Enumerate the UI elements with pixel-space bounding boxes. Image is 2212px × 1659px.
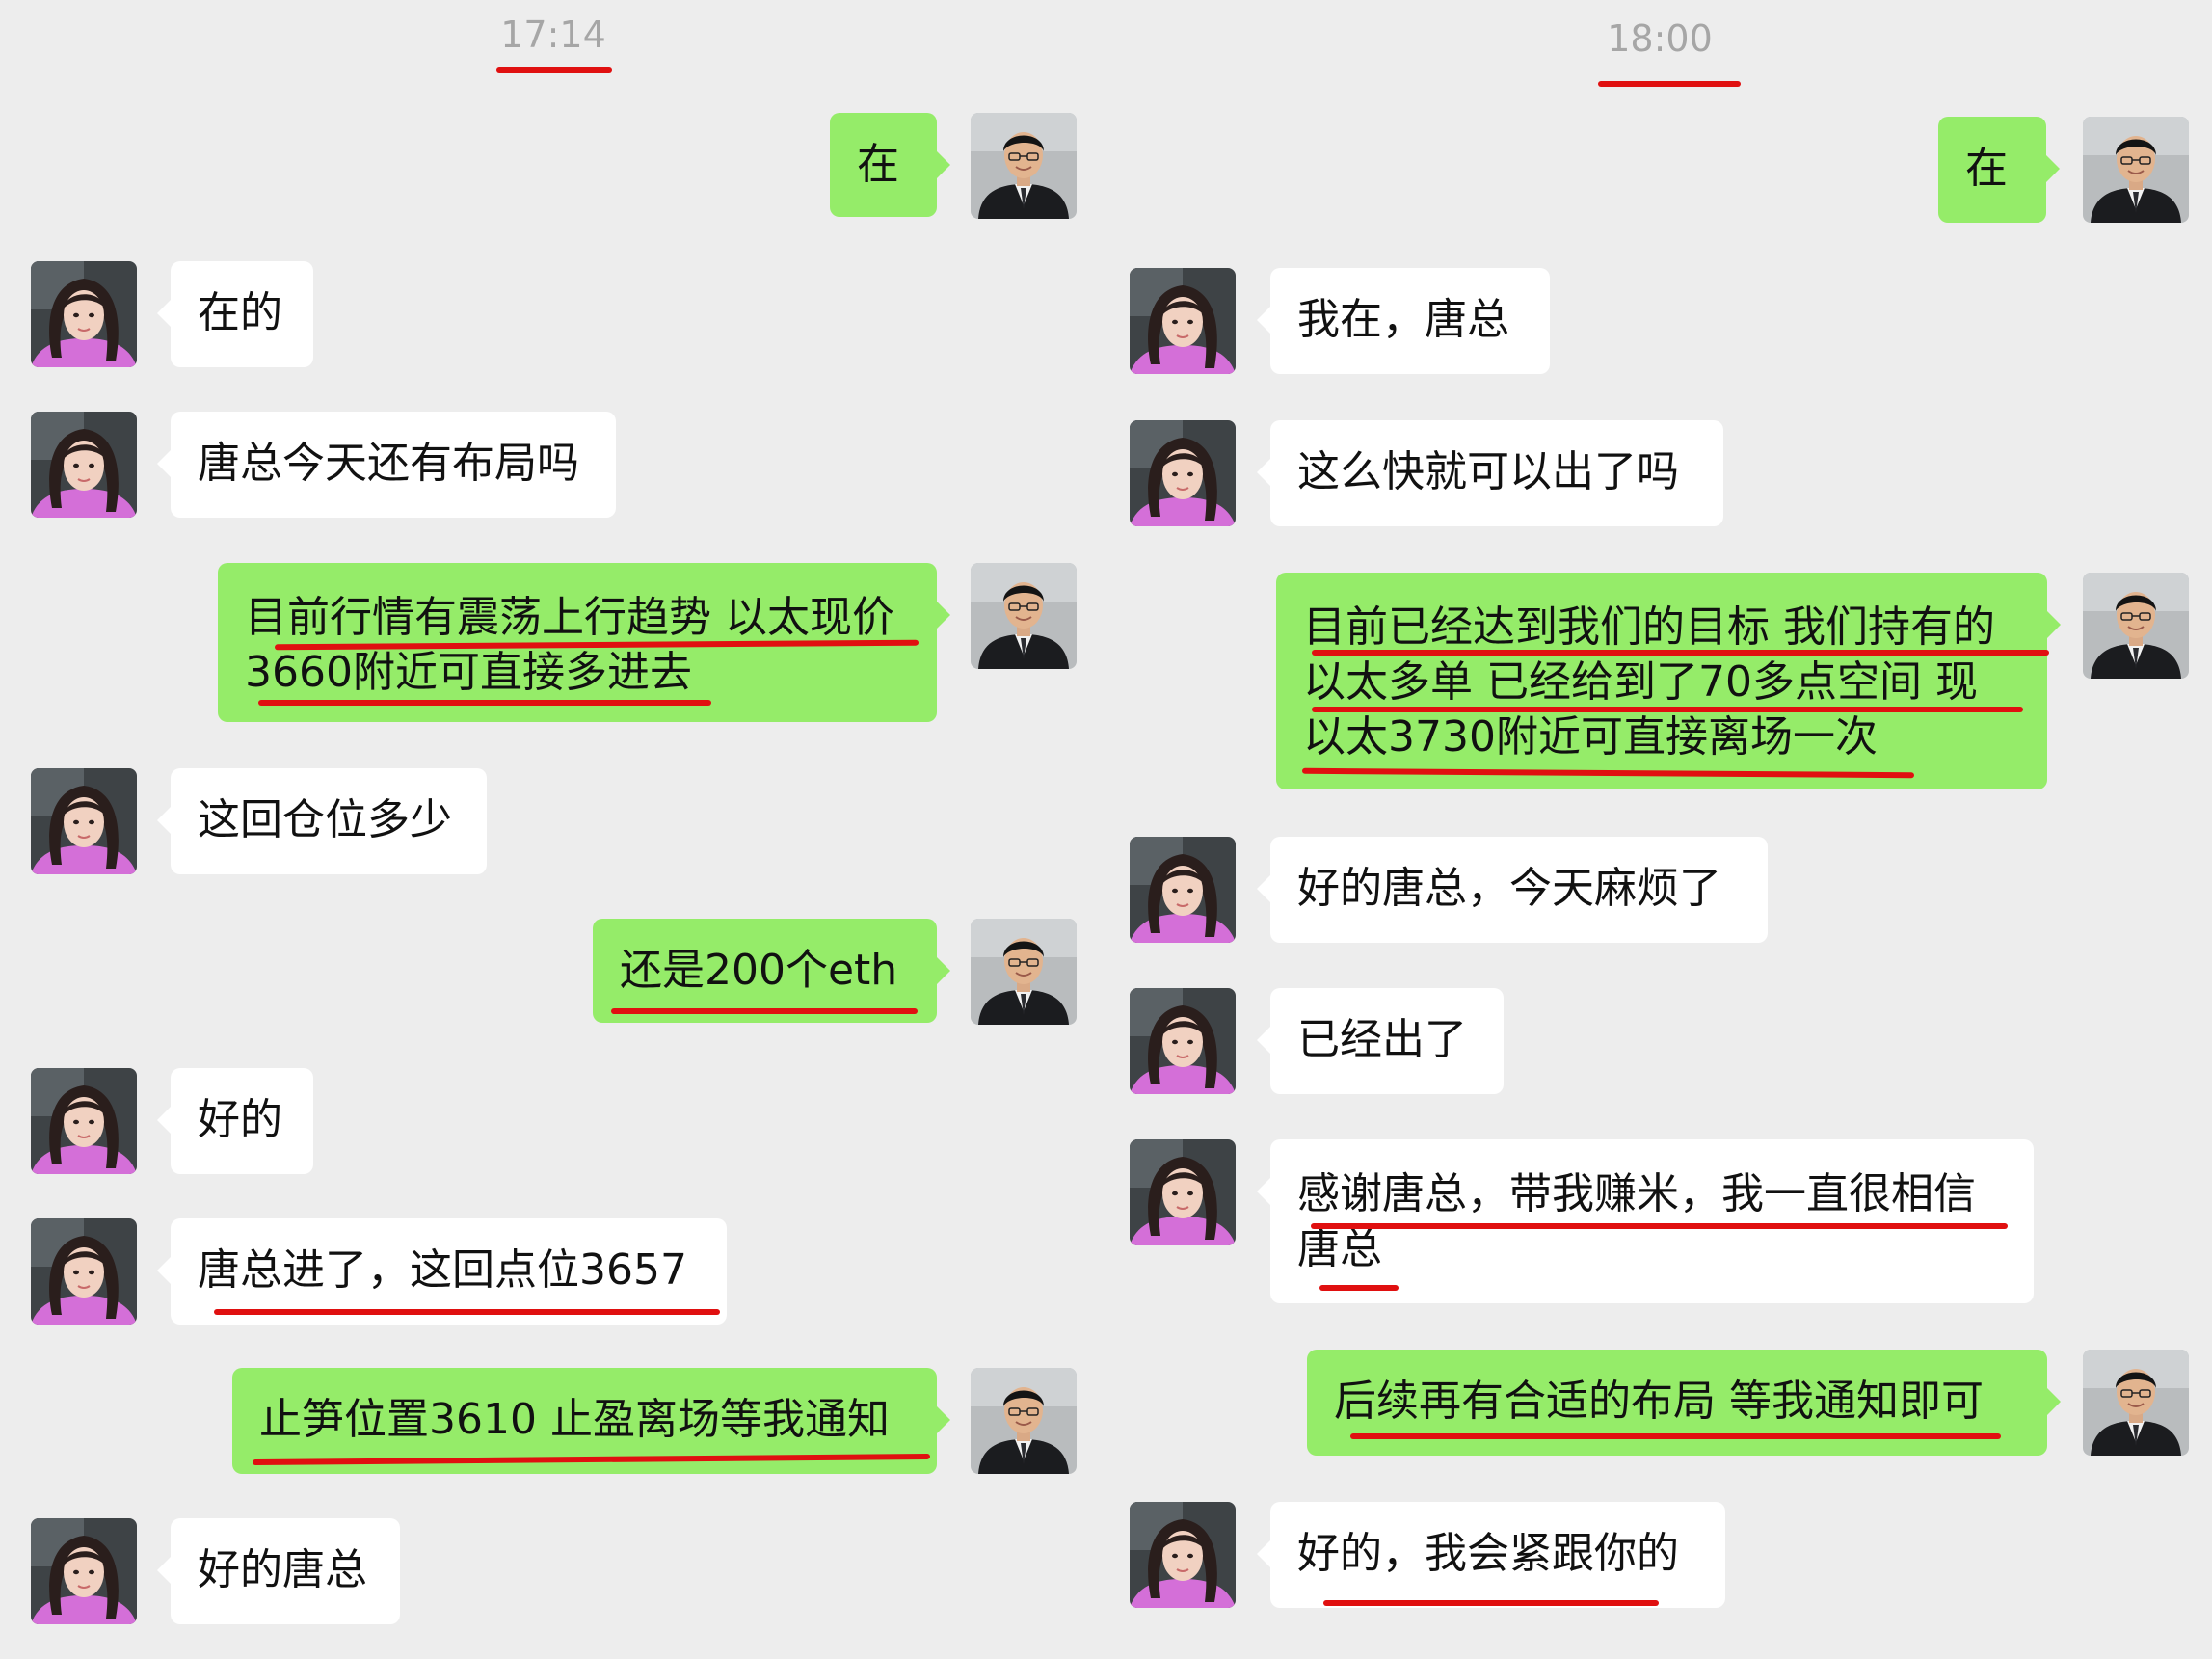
woman-avatar-icon	[1130, 988, 1236, 1094]
man-avatar-icon	[971, 1368, 1077, 1474]
annotation-underline	[1312, 707, 2023, 712]
chat-bubble-outgoing[interactable]: 后续再有合适的布局 等我通知即可	[1307, 1350, 2061, 1456]
avatar-woman[interactable]	[1130, 837, 1236, 943]
woman-avatar-icon	[1130, 420, 1236, 526]
avatar-woman[interactable]	[31, 768, 137, 874]
man-avatar-icon	[971, 113, 1077, 219]
avatar-man[interactable]	[2083, 1350, 2189, 1456]
avatar-man[interactable]	[971, 113, 1077, 219]
chat-bubble-outgoing[interactable]: 在	[830, 113, 950, 217]
chat-bubble-incoming[interactable]: 好的唐总	[157, 1518, 400, 1624]
avatar-woman[interactable]	[1130, 268, 1236, 374]
chat-bubble-incoming[interactable]: 这回仓位多少	[157, 768, 487, 874]
man-avatar-icon	[971, 919, 1077, 1025]
avatar-man[interactable]	[971, 919, 1077, 1025]
man-avatar-icon	[2083, 117, 2189, 223]
chat-bubble-incoming[interactable]: 这么快就可以出了吗	[1257, 420, 1723, 526]
avatar-woman[interactable]	[31, 1068, 137, 1174]
chat-bubble-incoming[interactable]: 好的唐总，今天麻烦了	[1257, 837, 1768, 943]
woman-avatar-icon	[31, 261, 137, 367]
chat-bubble-incoming[interactable]: 好的，我会紧跟你的	[1257, 1502, 1725, 1608]
left-timestamp: 17:14	[500, 13, 606, 56]
woman-avatar-icon	[31, 1218, 137, 1325]
man-avatar-icon	[971, 563, 1077, 669]
annotation-underline	[1323, 1600, 1659, 1606]
chat-bubble-incoming[interactable]: 已经出了	[1257, 988, 1504, 1094]
timestamp-underline	[496, 67, 612, 73]
woman-avatar-icon	[1130, 268, 1236, 374]
woman-avatar-icon	[1130, 837, 1236, 943]
woman-avatar-icon	[31, 1518, 137, 1624]
chat-bubble-incoming[interactable]: 我在，唐总	[1257, 268, 1550, 374]
avatar-woman[interactable]	[31, 1218, 137, 1325]
avatar-man[interactable]	[2083, 573, 2189, 679]
avatar-woman[interactable]	[31, 1518, 137, 1624]
annotation-underline	[258, 700, 711, 706]
man-avatar-icon	[2083, 1350, 2189, 1456]
woman-avatar-icon	[31, 412, 137, 518]
avatar-man[interactable]	[971, 563, 1077, 669]
avatar-man[interactable]	[971, 1368, 1077, 1474]
annotation-underline	[611, 1008, 918, 1014]
annotation-underline	[1311, 1223, 2008, 1229]
woman-avatar-icon	[1130, 1502, 1236, 1608]
annotation-underline	[1312, 650, 2049, 656]
annotation-underline	[1350, 1433, 2001, 1439]
avatar-woman[interactable]	[1130, 988, 1236, 1094]
avatar-woman[interactable]	[31, 412, 137, 518]
avatar-woman[interactable]	[1130, 1502, 1236, 1608]
avatar-woman[interactable]	[1130, 1139, 1236, 1245]
woman-avatar-icon	[1130, 1139, 1236, 1245]
avatar-man[interactable]	[2083, 117, 2189, 223]
chat-bubble-outgoing[interactable]: 还是200个eth	[593, 919, 950, 1023]
man-avatar-icon	[2083, 573, 2189, 679]
avatar-woman[interactable]	[31, 261, 137, 367]
chat-bubble-incoming[interactable]: 在的	[157, 261, 313, 367]
chat-bubble-incoming[interactable]: 唐总今天还有布局吗	[157, 412, 616, 518]
chat-bubble-incoming[interactable]: 感谢唐总，带我赚米，我一直很相信 唐总	[1257, 1139, 2034, 1303]
avatar-woman[interactable]	[1130, 420, 1236, 526]
woman-avatar-icon	[31, 1068, 137, 1174]
annotation-underline	[1319, 1285, 1399, 1291]
woman-avatar-icon	[31, 768, 137, 874]
chat-bubble-outgoing[interactable]: 在	[1938, 117, 2060, 223]
chat-bubble-incoming[interactable]: 好的	[157, 1068, 313, 1174]
timestamp-underline	[1598, 81, 1741, 87]
chat-bubble-outgoing[interactable]: 目前已经达到我们的目标 我们持有的 以太多单 已经给到了70多点空间 现 以太3…	[1276, 573, 2061, 789]
annotation-underline	[214, 1309, 720, 1315]
right-timestamp: 18:00	[1607, 17, 1713, 60]
